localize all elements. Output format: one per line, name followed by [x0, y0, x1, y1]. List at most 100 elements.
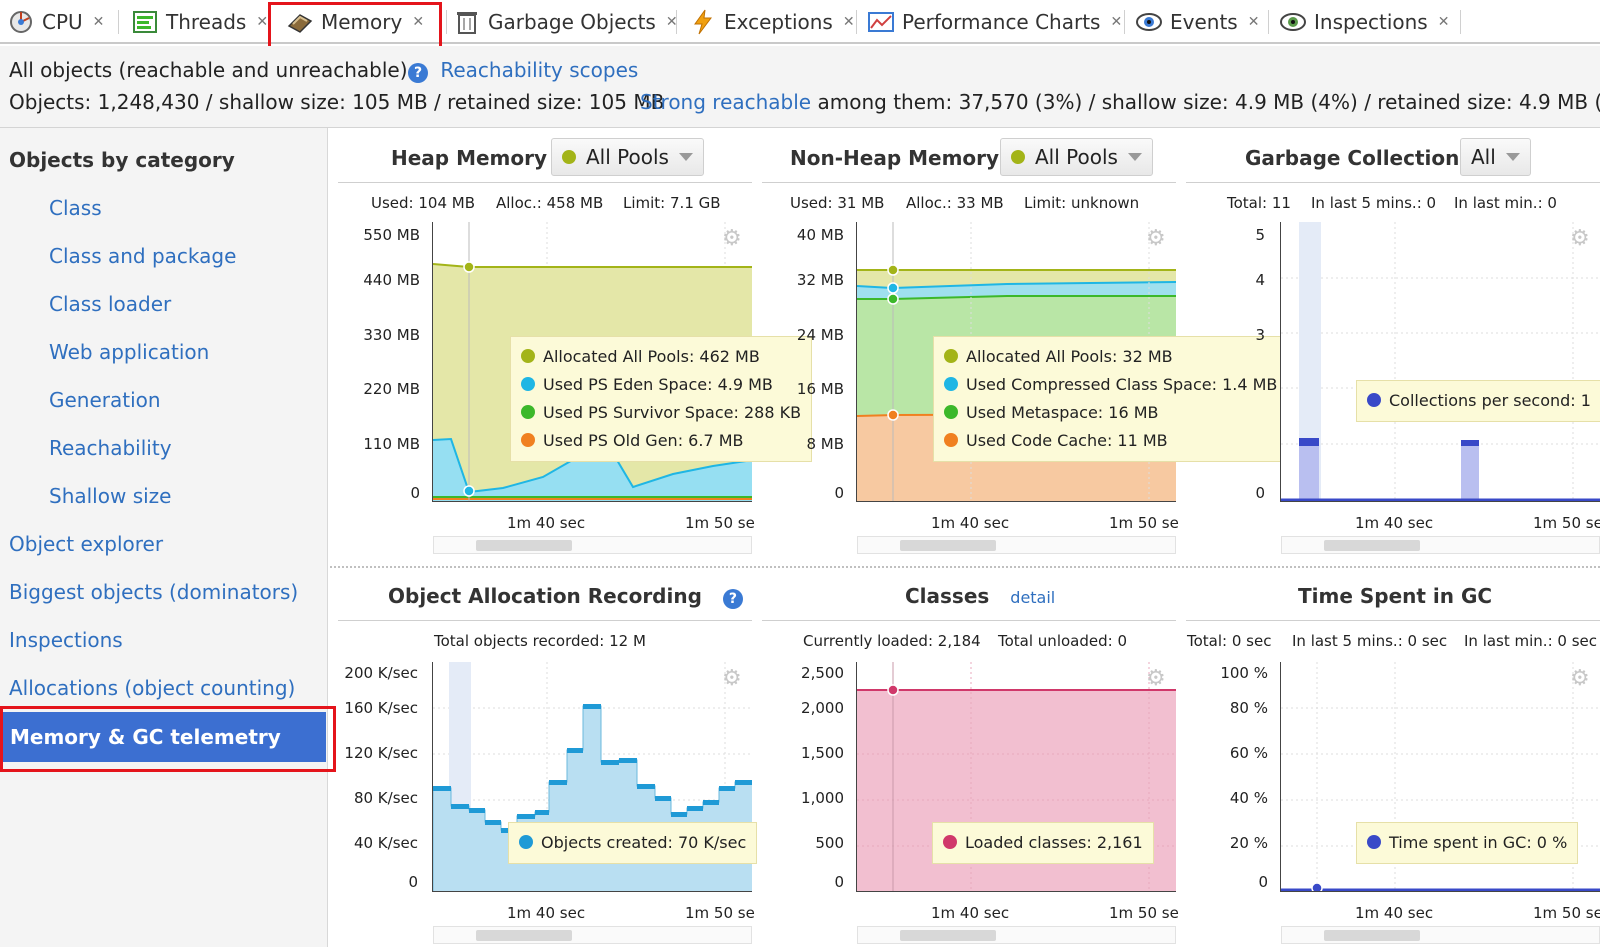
- gear-icon[interactable]: ⚙: [722, 666, 742, 691]
- classes-scrollbar[interactable]: [857, 926, 1176, 944]
- close-icon[interactable]: ✕: [1248, 14, 1260, 30]
- tab-inspections[interactable]: Inspections ✕: [1278, 5, 1449, 39]
- close-icon[interactable]: ✕: [93, 14, 105, 30]
- tab-bar: CPU ✕ Threads ✕ Memory ✕ Garbage Objects…: [0, 0, 1600, 50]
- chevron-down-icon: [678, 153, 693, 161]
- tab-label: Garbage Objects: [488, 10, 656, 34]
- gear-icon[interactable]: ⚙: [1146, 226, 1166, 251]
- dropdown-value: All: [1471, 145, 1496, 169]
- sidebar-item-shallow-size[interactable]: Shallow size: [49, 484, 171, 508]
- gc-dropdown[interactable]: All: [1460, 138, 1531, 176]
- x-tick: 1m 40 sec: [1355, 514, 1434, 532]
- chevron-down-icon: [1127, 153, 1142, 161]
- sidebar-item-reachability[interactable]: Reachability: [49, 436, 172, 460]
- y-tick: 160 K/sec: [344, 699, 418, 717]
- sidebar-item-class-loader[interactable]: Class loader: [49, 292, 171, 316]
- threads-icon: [130, 7, 160, 37]
- nonheap-pool-dropdown[interactable]: All Pools: [1000, 138, 1153, 176]
- x-tick: 1m 40 sec: [931, 514, 1010, 532]
- y-tick: 440 MB: [363, 271, 420, 289]
- tooltip-line: Time spent in GC: 0 %: [1389, 833, 1568, 852]
- classes-detail-link[interactable]: detail: [1010, 588, 1055, 607]
- y-tick: 20 %: [1229, 834, 1268, 852]
- close-icon[interactable]: ✕: [1110, 14, 1122, 30]
- chevron-down-icon: [1505, 153, 1520, 161]
- y-tick: 16 MB: [796, 380, 844, 398]
- nonheap-scrollbar[interactable]: [857, 536, 1176, 554]
- gc-lastmin: In last min.: 0: [1454, 194, 1557, 212]
- scroll-thumb[interactable]: [900, 930, 996, 941]
- sidebar-item-biggest-objects[interactable]: Biggest objects (dominators): [9, 580, 298, 604]
- tooltip-line: Used PS Survivor Space: 288 KB: [543, 403, 802, 422]
- row-separator: [330, 566, 1600, 568]
- close-icon[interactable]: ✕: [1438, 14, 1450, 30]
- eye-icon: [1134, 7, 1164, 37]
- tooltip-line: Loaded classes: 2,161: [965, 833, 1143, 852]
- heap-memory-title: Heap Memory: [391, 146, 548, 170]
- x-tick: 1m 40 sec: [1355, 904, 1434, 922]
- gctime-scrollbar[interactable]: [1281, 926, 1600, 944]
- tab-performance-charts[interactable]: Performance Charts ✕: [866, 5, 1122, 39]
- scroll-thumb[interactable]: [900, 540, 996, 551]
- sidebar-item-web-application[interactable]: Web application: [49, 340, 209, 364]
- help-icon[interactable]: ?: [722, 589, 743, 609]
- reachability-scopes-link[interactable]: ? Reachability scopes: [408, 58, 638, 83]
- heap-used: Used: 104 MB: [371, 194, 475, 212]
- info-bar: All objects (reachable and unreachable) …: [0, 46, 1600, 128]
- alloc-total: Total objects recorded: 12 M: [434, 632, 646, 650]
- y-tick: 220 MB: [363, 380, 420, 398]
- nonheap-used: Used: 31 MB: [790, 194, 885, 212]
- y-tick: 40 %: [1229, 789, 1268, 807]
- gear-icon[interactable]: ⚙: [1570, 666, 1590, 691]
- sidebar-item-allocations[interactable]: Allocations (object counting): [9, 676, 295, 700]
- scroll-thumb[interactable]: [1324, 540, 1420, 551]
- heap-scrollbar[interactable]: [433, 536, 752, 554]
- eye-icon: [1278, 7, 1308, 37]
- scroll-thumb[interactable]: [476, 930, 572, 941]
- tooltip-line: Used Metaspace: 16 MB: [966, 403, 1159, 422]
- sidebar-header: Objects by category: [9, 148, 235, 172]
- close-icon[interactable]: ✕: [256, 14, 268, 30]
- tab-events[interactable]: Events ✕: [1134, 5, 1259, 39]
- y-tick: 0: [1255, 484, 1265, 502]
- y-tick: 32 MB: [796, 271, 844, 289]
- gc-scrollbar[interactable]: [1281, 536, 1600, 554]
- sidebar-item-generation[interactable]: Generation: [49, 388, 161, 412]
- strong-reachable-stats: among them: 37,570 (3%) / shallow size: …: [817, 90, 1600, 114]
- heap-limit: Limit: 7.1 GB: [623, 194, 721, 212]
- strong-reachable-link[interactable]: Strong reachable: [640, 90, 811, 114]
- scroll-thumb[interactable]: [1324, 930, 1420, 941]
- tab-threads[interactable]: Threads ✕: [130, 5, 268, 39]
- gear-icon[interactable]: ⚙: [1146, 666, 1166, 691]
- tooltip-line: Collections per second: 1: [1389, 391, 1591, 410]
- garbage-collections-chart[interactable]: [1280, 222, 1600, 502]
- x-tick: 1m 50 se: [1109, 904, 1179, 922]
- sidebar-item-class-and-package[interactable]: Class and package: [49, 244, 236, 268]
- x-tick: 1m 50 se: [1533, 904, 1600, 922]
- scroll-thumb[interactable]: [476, 540, 572, 551]
- sidebar-item-inspections[interactable]: Inspections: [9, 628, 123, 652]
- tab-cpu[interactable]: CPU ✕: [6, 5, 104, 39]
- y-tick: 0: [834, 484, 844, 502]
- panel-title-text: Classes: [905, 584, 990, 608]
- gctime-last5: In last 5 mins.: 0 sec: [1292, 632, 1448, 650]
- y-tick: 4: [1255, 271, 1265, 289]
- close-icon[interactable]: ✕: [843, 14, 855, 30]
- gear-icon[interactable]: ⚙: [1570, 226, 1590, 251]
- gear-icon[interactable]: ⚙: [722, 226, 742, 251]
- tooltip-line: Used PS Eden Space: 4.9 MB: [543, 375, 773, 394]
- heap-pool-dropdown[interactable]: All Pools: [551, 138, 704, 176]
- sidebar-item-object-explorer[interactable]: Object explorer: [9, 532, 163, 556]
- tab-exceptions[interactable]: Exceptions ✕: [688, 5, 855, 39]
- gc-total: Total: 11: [1227, 194, 1291, 212]
- y-tick: 110 MB: [363, 435, 420, 453]
- y-tick: 1,000: [801, 789, 844, 807]
- y-tick: 330 MB: [363, 326, 420, 344]
- selected-item-highlight: [0, 706, 336, 772]
- tab-garbage-objects[interactable]: Garbage Objects ✕: [452, 5, 678, 39]
- alloc-tooltip: Objects created: 70 K/sec: [508, 822, 758, 864]
- sidebar-item-class[interactable]: Class: [49, 196, 102, 220]
- alloc-scrollbar[interactable]: [433, 926, 752, 944]
- y-tick: 24 MB: [796, 326, 844, 344]
- y-tick: 40 K/sec: [353, 834, 418, 852]
